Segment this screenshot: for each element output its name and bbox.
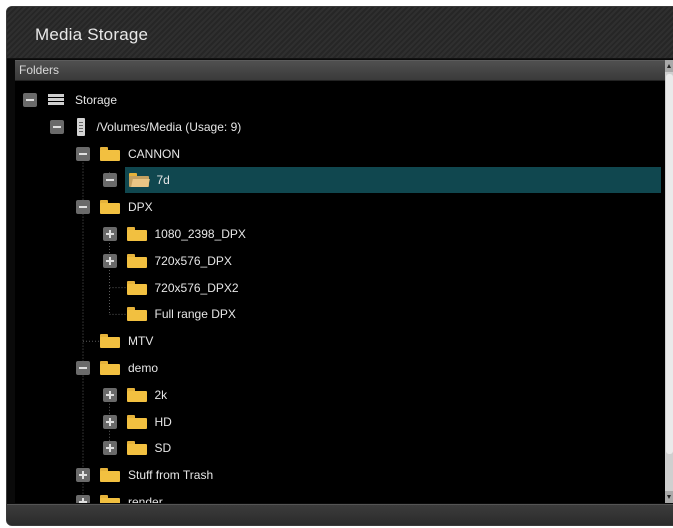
collapse-toggle-icon[interactable] — [76, 361, 90, 375]
expand-toggle-icon[interactable] — [102, 441, 117, 456]
folder-icon — [126, 227, 147, 241]
folder-icon — [100, 361, 120, 375]
tree-row-render[interactable]: render — [76, 489, 163, 503]
folder-icon — [126, 441, 147, 456]
folder-icon — [100, 200, 120, 215]
collapse-toggle-icon[interactable] — [76, 146, 90, 161]
tree-row-label: render — [128, 495, 163, 503]
tree-row-cannon[interactable]: CANNON — [76, 141, 180, 167]
tree-row-label: /Volumes/Media (Usage: 9) — [96, 119, 242, 134]
scroll-down-arrow-icon[interactable] — [665, 491, 673, 503]
tree-row-label: 7d — [156, 173, 170, 188]
folder-icon — [100, 495, 120, 503]
expand-toggle-icon[interactable] — [76, 495, 90, 503]
vertical-scrollbar[interactable] — [665, 60, 673, 503]
folder-open-icon — [128, 173, 150, 188]
tree-row-hd[interactable]: HD — [102, 409, 172, 435]
tree-row-7d[interactable]: 7d — [124, 167, 661, 194]
tree-row-label: 1080_2398_DPX — [154, 227, 246, 241]
tree-row-label: 720x576_DPX — [154, 253, 232, 268]
tree-row-stuff-from-trash[interactable]: Stuff from Trash — [76, 462, 213, 488]
collapse-toggle-icon[interactable] — [76, 200, 90, 215]
folder-icon — [126, 414, 147, 429]
tree-row-full-range-dpx[interactable]: Full range DPX — [103, 301, 236, 327]
tree-row-sd[interactable]: SD — [102, 435, 172, 461]
footer-bar — [7, 504, 673, 525]
tree-row-label: SD — [154, 441, 172, 456]
tree-row-720x576-dpx[interactable]: 720x576_DPX — [102, 248, 232, 274]
collapse-toggle-icon[interactable] — [49, 119, 64, 134]
tree-row-storage[interactable]: Storage — [23, 87, 117, 113]
tree-row-mtv[interactable]: MTV — [76, 328, 153, 354]
folders-panel-header: Folders — [15, 60, 665, 81]
tree-row-label: CANNON — [128, 146, 181, 161]
tree-row-label: 720x576_DPX2 — [154, 280, 239, 295]
tree-row-label: DPX — [128, 200, 153, 215]
expand-toggle-icon[interactable] — [102, 387, 117, 402]
expand-toggle-icon[interactable] — [102, 227, 117, 241]
tree-row-label: demo — [128, 361, 159, 375]
tree-row-dpx[interactable]: DPX — [76, 194, 153, 220]
scroll-up-arrow-icon[interactable] — [665, 60, 673, 72]
tree-row-label: 2k — [154, 387, 168, 402]
folder-icon — [126, 387, 147, 402]
tree-row-label: MTV — [128, 334, 154, 349]
collapse-toggle-icon[interactable] — [102, 173, 117, 188]
drive-icon — [47, 93, 65, 107]
folders-header-label: Folders — [19, 63, 60, 77]
folder-icon — [100, 334, 120, 349]
media-storage-window: Media Storage Folders Storage/Volumes/Me… — [6, 6, 673, 526]
folder-tree[interactable]: Storage/Volumes/Media (Usage: 9) CANNON 7d… — [15, 81, 665, 503]
tree-row-2k[interactable]: 2k — [102, 382, 168, 408]
tree-row-volumes-media-usage-9[interactable]: /Volumes/Media (Usage: 9) — [49, 114, 242, 140]
scroll-thumb[interactable] — [666, 74, 673, 454]
tree-row-1080-2398-dpx[interactable]: 1080_2398_DPX — [102, 221, 246, 247]
folder-icon — [126, 307, 147, 322]
tree-row-label: Stuff from Trash — [128, 468, 214, 483]
folder-icon — [100, 468, 120, 483]
folder-icon — [100, 146, 120, 161]
title-bar: Media Storage — [7, 7, 673, 59]
tree-row-label: HD — [154, 414, 172, 429]
disk-icon — [76, 117, 85, 136]
expand-toggle-icon[interactable] — [76, 468, 90, 483]
tree-row-720x576-dpx2[interactable]: 720x576_DPX2 — [103, 275, 239, 301]
window-title: Media Storage — [35, 25, 149, 44]
folder-icon — [126, 253, 147, 268]
expand-toggle-icon[interactable] — [102, 414, 117, 429]
tree-row-label: Full range DPX — [154, 307, 236, 322]
tree-row-label: Storage — [75, 93, 118, 107]
collapse-toggle-icon[interactable] — [23, 93, 37, 107]
expand-toggle-icon[interactable] — [102, 253, 117, 268]
folder-icon — [126, 280, 147, 295]
tree-row-demo[interactable]: demo — [76, 355, 158, 381]
